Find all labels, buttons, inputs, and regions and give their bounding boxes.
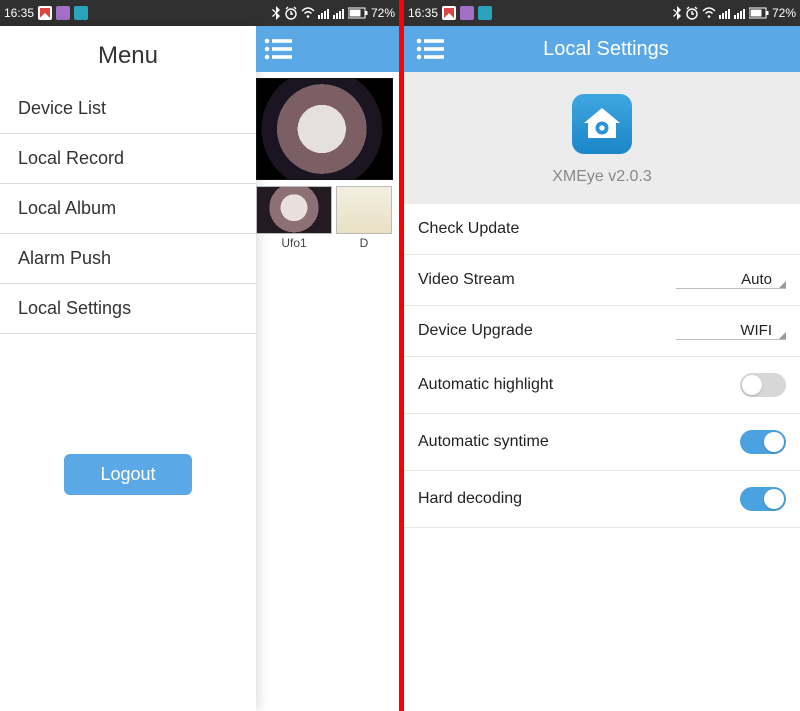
row-automatic-highlight: Automatic highlight (404, 357, 800, 414)
signal-icon (318, 7, 330, 19)
notif-icon (74, 6, 88, 20)
gmail-icon (38, 6, 52, 20)
status-battery: 72% (772, 6, 796, 20)
status-time: 16:35 (4, 6, 34, 20)
dropdown-value[interactable]: WIFI (676, 322, 786, 340)
nav-drawer: Menu Device List Local Record Local Albu… (0, 26, 256, 711)
thumbnail-label: D (336, 236, 392, 250)
logout-button[interactable]: Logout (64, 454, 191, 495)
signal-icon (719, 7, 731, 19)
thumbnail-label: Ufo1 (256, 236, 332, 250)
dropdown-value[interactable]: Auto (676, 271, 786, 289)
menu-device-list[interactable]: Device List (0, 84, 256, 134)
toggle-hard-decoding[interactable] (740, 487, 786, 511)
page-title: Local Settings (444, 38, 788, 61)
hamburger-icon[interactable] (416, 38, 444, 60)
row-label: Hard decoding (418, 490, 522, 508)
row-label: Automatic highlight (418, 376, 553, 394)
row-device-upgrade[interactable]: Device Upgrade WIFI (404, 306, 800, 357)
settings-list: Check Update Video Stream Auto Device Up… (404, 204, 800, 528)
row-automatic-syntime: Automatic syntime (404, 414, 800, 471)
status-battery: 72% (371, 6, 395, 20)
menu-local-album[interactable]: Local Album (0, 184, 256, 234)
menu-local-record[interactable]: Local Record (0, 134, 256, 184)
row-label: Check Update (418, 220, 519, 238)
appbar: Local Settings (404, 26, 800, 72)
notif-icon (56, 6, 70, 20)
row-label: Device Upgrade (418, 322, 533, 340)
drawer-title: Menu (0, 30, 256, 84)
row-check-update[interactable]: Check Update (404, 204, 800, 255)
toggle-automatic-highlight[interactable] (740, 373, 786, 397)
row-video-stream[interactable]: Video Stream Auto (404, 255, 800, 306)
viewer-column: Ufo1 D (256, 26, 399, 711)
signal-icon (734, 7, 746, 19)
camera-thumbnail[interactable] (336, 186, 392, 234)
menu-local-settings[interactable]: Local Settings (0, 284, 256, 334)
statusbar: 16:35 (404, 0, 800, 26)
row-hard-decoding: Hard decoding (404, 471, 800, 528)
toggle-automatic-syntime[interactable] (740, 430, 786, 454)
signal-icon (333, 7, 345, 19)
hamburger-icon[interactable] (264, 38, 292, 60)
camera-thumbnail[interactable] (256, 186, 332, 234)
appbar (256, 26, 399, 72)
alarm-icon (284, 6, 298, 20)
battery-icon (348, 7, 368, 19)
gmail-icon (442, 6, 456, 20)
status-time: 16:35 (408, 6, 438, 20)
bluetooth-icon (672, 6, 682, 20)
wifi-icon (702, 7, 716, 19)
screenshot-b: 16:35 (404, 0, 800, 711)
app-version: XMEye v2.0.3 (404, 168, 800, 186)
bluetooth-icon (271, 6, 281, 20)
notif-icon (460, 6, 474, 20)
camera-feed[interactable] (256, 78, 393, 180)
screenshot-a: 16:35 (0, 0, 399, 711)
alarm-icon (685, 6, 699, 20)
battery-icon (749, 7, 769, 19)
app-icon (572, 94, 632, 154)
wifi-icon (301, 7, 315, 19)
row-label: Automatic syntime (418, 433, 549, 451)
row-label: Video Stream (418, 271, 515, 289)
branding-panel: XMEye v2.0.3 (404, 72, 800, 204)
menu-alarm-push[interactable]: Alarm Push (0, 234, 256, 284)
statusbar: 16:35 (0, 0, 399, 26)
notif-icon (478, 6, 492, 20)
